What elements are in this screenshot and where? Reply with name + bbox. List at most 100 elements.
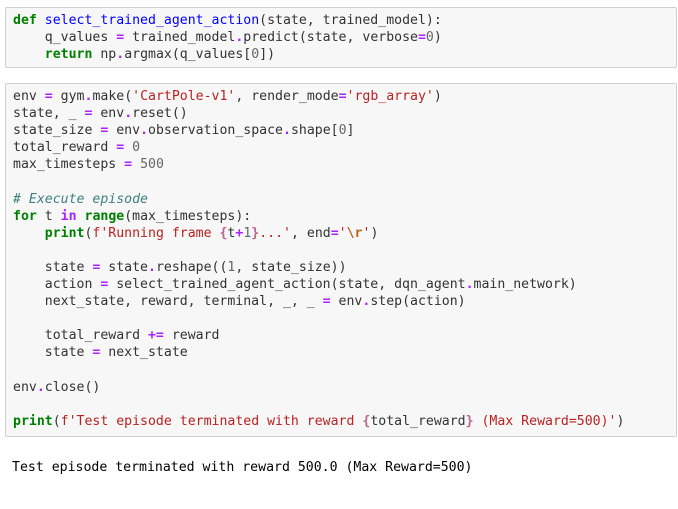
code-token: env [92,106,125,122]
code-token: reset() [132,106,188,122]
code-token: env [108,123,141,139]
code-token: trained_model [124,30,236,46]
code-token: ) [370,225,379,241]
code-token: ] [346,123,355,139]
code-line: for t in range(max_timesteps): [13,208,676,225]
code-line: state = next_state [13,344,676,361]
code-token: , state_size)) [235,259,347,275]
code-token: } [465,413,474,429]
code-token: . [36,379,45,395]
code-token: state [13,259,93,275]
code-token: = [116,140,125,156]
code-cell-1[interactable]: def select_trained_agent_action(state, t… [5,7,677,68]
code-token: return [44,47,93,63]
code-token: = [330,225,339,241]
code-line: total_reward = 0 [13,139,676,156]
code-token: observation_space [148,123,283,139]
code-token: state [100,259,148,275]
code-line: state = state.reshape((1, state_size)) [13,259,676,276]
code-token: 0 [132,140,141,156]
cell-output: Test episode terminated with reward 500.… [12,460,473,475]
code-token: in [60,208,77,224]
code-line: return np.argmax(q_values[0]) [13,46,676,63]
code-token: def [13,13,37,28]
code-token: total_reward [13,328,148,344]
code-line: def select_trained_agent_action(state, t… [13,12,676,29]
code-token: gym [52,89,85,104]
code-token: , end [291,225,331,241]
code-line: # Execute episode [13,191,676,208]
code-token: state_size [13,123,101,139]
code-token: close() [44,379,101,395]
code-token: = [322,294,331,310]
code-token: env [13,379,37,395]
code-token: select_trained_agent_action [44,13,260,28]
code-line: env.close() [13,379,676,396]
code-token: range [84,208,125,224]
code-token: select_trained_agent_action(state, dqn_a… [108,277,466,293]
code-line: max_timesteps = 500 [13,156,676,173]
code-token: predict(state, verbose [243,30,418,46]
code-token: # Execute episode [13,191,148,207]
code-line: total_reward += reward [13,327,676,344]
code-token: env [13,89,45,104]
code-token: state, _ [13,106,85,122]
code-token: 0 [338,123,347,139]
code-token: = [44,89,53,104]
code-token: = [116,30,125,46]
code-line: env = gym.make('CartPole-v1', render_mod… [13,88,676,105]
code-token: q_values [13,30,117,46]
code-token: 0 [251,47,260,63]
code-token: = [338,89,347,104]
code-token: ) [433,89,442,104]
code-token: print [13,413,53,429]
code-token: = [124,157,133,173]
code-line: state, _ = env.reset() [13,105,676,122]
code-token: ' [338,225,347,241]
code-line: next_state, reward, terminal, _, _ = env… [13,293,676,310]
code-line: state_size = env.observation_space.shape… [13,122,676,139]
code-token: ]) [259,47,276,63]
code-token: t [36,208,61,224]
code-token: np [92,47,117,63]
code-token: = [417,30,426,46]
code-token: shape[ [290,123,339,139]
code-token: 'rgb_array' [346,89,434,104]
code-line: ​ [13,396,676,413]
code-line: ​ [13,242,676,259]
code-cell-2[interactable]: env = gym. make('CartPole-v1', render_mod… [5,83,677,437]
code-token: 'CartPole-v1' [132,89,236,104]
code-line: ​ [13,362,676,379]
code-token: next_state [100,345,188,361]
code-token: f'Running frame [92,225,220,241]
code-token: main_network) [473,277,577,293]
code-line: ​ [13,173,676,190]
code-line: action = select_trained_agent_action(sta… [13,276,676,293]
code-token: action [13,277,101,293]
code-line: print(f'Test episode terminated with rew… [13,413,676,430]
code-token: next_state, reward, terminal, _, _ [13,294,323,310]
code-token: f'Test episode terminated with reward [60,413,363,429]
code-token: . [465,277,474,293]
code-token: . [140,123,149,139]
code-token: ) [616,413,625,429]
code-token: ) [433,30,442,46]
code-token: (state, trained_model): [259,13,442,28]
code-token: 500 [140,157,164,173]
code-token: argmax(q_values[ [124,47,252,63]
code-token: . [148,259,156,275]
code-line: ​ [13,310,676,327]
code-token: make( [92,89,133,104]
code-token: . [283,123,291,139]
code-token: reward [163,328,220,344]
code-token: step(action) [370,294,466,310]
code-token: print [44,225,85,241]
code-token: total_reward [13,140,117,156]
code-token: 0 [425,30,434,46]
code-token: . [116,47,125,63]
code-token: ...' [259,225,291,241]
